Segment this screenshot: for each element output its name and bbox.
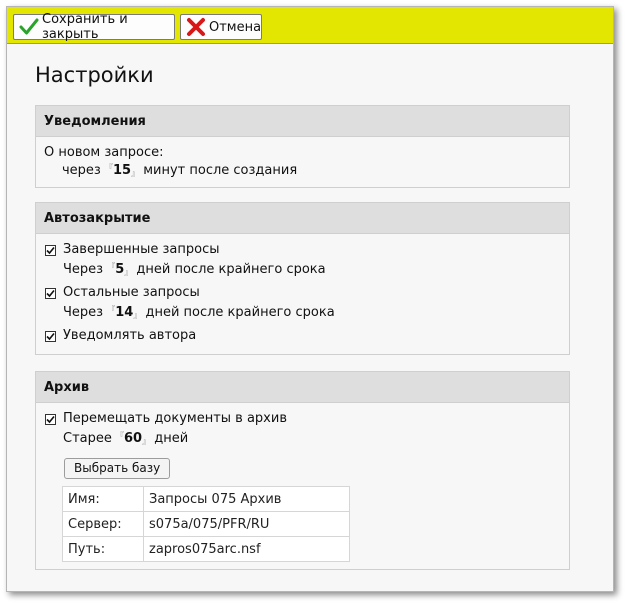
autoclose-section: Автозакрытие Завершенные запросы Через 『… [35, 202, 570, 355]
completed-delay-prefix: Через [63, 262, 104, 277]
archive-age-prefix: Старее [63, 431, 112, 446]
archive-section: Архив Перемещать документы в архив Старе… [35, 371, 570, 570]
autoclose-header: Автозакрытие [36, 203, 569, 234]
other-delay-field[interactable]: 14 [115, 305, 133, 320]
db-name-key: Имя: [62, 486, 144, 512]
settings-window: Сохранить и закрыть Отмена Настройки Уве… [6, 6, 614, 592]
save-and-close-label: Сохранить и закрыть [42, 12, 128, 42]
archive-db-info-table: Имя: Запросы 075 Архив Сервер: s075a/075… [62, 486, 350, 562]
archive-age-row: Старее 『60』 дней [63, 431, 189, 446]
db-server-value: s075a/075/PFR/RU [143, 511, 350, 537]
move-to-archive-label: Перемещать документы в архив [63, 411, 287, 426]
completed-delay-suffix: дней после крайнего срока [136, 262, 326, 277]
other-requests-checkbox[interactable] [45, 288, 56, 299]
select-database-button[interactable]: Выбрать базу [64, 458, 171, 479]
notify-author-checkbox[interactable] [45, 331, 56, 342]
notification-delay-suffix: минут после создания [143, 163, 298, 178]
notifications-section: Уведомления О новом запросе: через 『15』 … [35, 105, 570, 188]
cancel-button[interactable]: Отмена [180, 14, 262, 40]
archive-age-field[interactable]: 60 [124, 431, 142, 446]
other-requests-label: Остальные запросы [63, 285, 200, 300]
notify-author-label: Уведомлять автора [63, 328, 197, 343]
new-request-label: О новом запросе: [44, 145, 164, 160]
db-server-key: Сервер: [62, 511, 144, 537]
archive-header: Архив [36, 372, 569, 403]
completed-delay-field[interactable]: 5 [115, 262, 124, 277]
completed-requests-checkbox[interactable] [45, 245, 56, 256]
red-x-icon [186, 16, 206, 38]
db-path-value: zapros075arc.nsf [143, 536, 350, 562]
green-checkmark-icon [19, 16, 39, 38]
other-requests-delay-row: Через 『14』 дней после крайнего срока [63, 305, 335, 320]
table-row: Имя: Запросы 075 Архив [62, 486, 350, 512]
completed-requests-label: Завершенные запросы [63, 242, 220, 257]
move-to-archive-checkbox[interactable] [45, 414, 56, 425]
table-row: Сервер: s075a/075/PFR/RU [62, 511, 350, 537]
cancel-label: Отмена [209, 19, 262, 35]
notification-delay-prefix: через [62, 163, 101, 178]
save-and-close-button[interactable]: Сохранить и закрыть [13, 12, 175, 42]
table-row: Путь: zapros075arc.nsf [62, 536, 350, 562]
other-delay-suffix: дней после крайнего срока [145, 305, 335, 320]
archive-age-suffix: дней [154, 431, 189, 446]
page-title: Настройки [35, 63, 154, 87]
toolbar: Сохранить и закрыть Отмена [7, 7, 613, 44]
notification-delay-row: через 『15』 минут после создания [62, 163, 298, 178]
other-delay-prefix: Через [63, 305, 104, 320]
notification-delay-field[interactable]: 15 [113, 163, 131, 178]
db-path-key: Путь: [62, 536, 144, 562]
completed-requests-delay-row: Через 『5』 дней после крайнего срока [63, 262, 326, 277]
db-name-value: Запросы 075 Архив [143, 486, 350, 512]
notifications-header: Уведомления [36, 106, 569, 137]
